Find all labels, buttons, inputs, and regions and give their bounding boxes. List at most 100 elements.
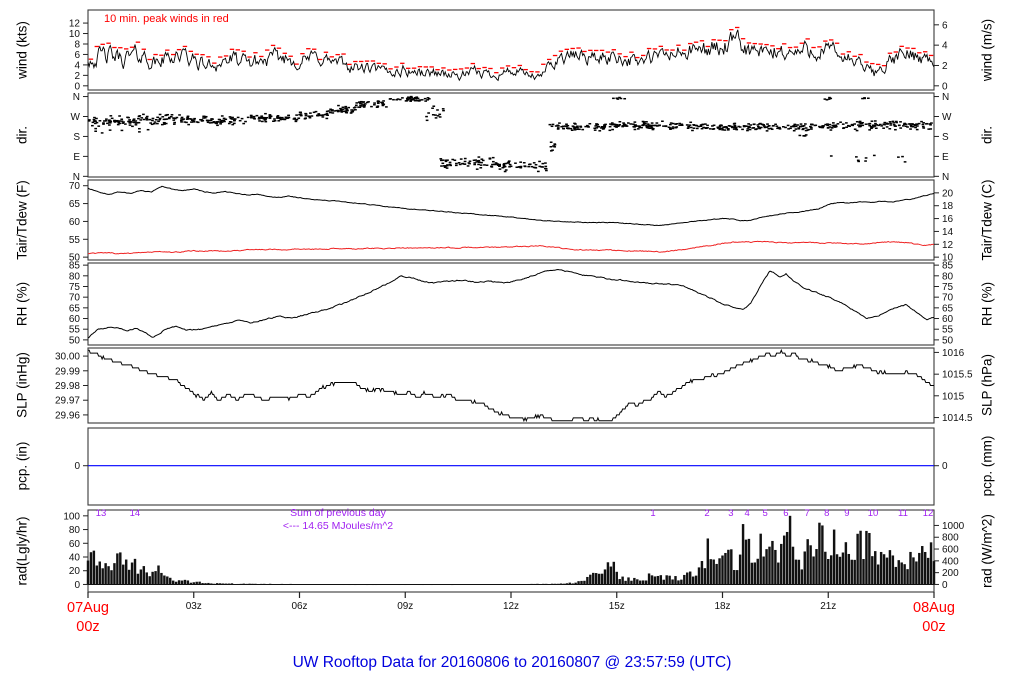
rad-right-tick-label: 0 [942, 580, 948, 591]
rad-right-tick-label: 1000 [942, 521, 965, 532]
dir-left-tick-label: E [73, 152, 80, 163]
panel-rad: 02040608010002004006008001000 [63, 509, 965, 593]
uw-rooftop-weather-chart: 0 2 4 6 8 10 12 0 2 4 6 N W S E N N W S E N 50 55 60 65 70 10 12 14 1… [0, 0, 1024, 700]
x-tick-label: 12z [502, 601, 520, 612]
rad-solar-hour-label: 11 [898, 508, 908, 519]
x-tick-label: 09z [397, 601, 414, 612]
rh-right-tick-label: 80 [942, 271, 954, 282]
tair-right-tick-label: 12 [942, 240, 954, 251]
rh-right-tick-label: 55 [942, 325, 954, 336]
peak-winds-note: 10 min. peak winds in red [104, 13, 229, 25]
dir-left-tick-label: S [73, 132, 80, 143]
rh-left-tick-label: 70 [69, 293, 81, 304]
rh-right-tick-label: 60 [942, 314, 954, 325]
rad-left-tick-label: 0 [74, 580, 80, 591]
peak-wind-markers [88, 26, 934, 74]
end-date-line1: 08Aug [913, 600, 955, 616]
rad-solar-hour-label: 13 [95, 508, 107, 519]
tair-left-tick-label: 55 [69, 235, 81, 246]
dir-left-tick-label: W [71, 112, 81, 123]
rad-left-tick-label: 80 [69, 525, 81, 536]
rad-right-tick-label: 200 [942, 568, 959, 579]
dir-right-tick-label: S [942, 132, 949, 143]
panel-slp: 29.96 29.97 29.98 29.99 30.00 1014.5 1015 1015.… [55, 347, 973, 424]
x-tick-label: 15z [608, 601, 625, 612]
x-tick-label: 06z [291, 601, 308, 612]
slp-right-tick-label: 1016 [942, 348, 965, 359]
rh-right-tick-label: 65 [942, 303, 954, 314]
rh-left-tick-label: 50 [69, 335, 81, 346]
slp-right-tick-label: 1015.5 [942, 370, 973, 381]
dir-right-tick-label: N [942, 92, 949, 103]
wind-left-tick-label: 8 [74, 39, 80, 50]
slp-right-tick-label: 1015 [942, 391, 965, 402]
wind-left-tick-label: 2 [74, 71, 80, 82]
rad-solar-hour-label: 14 [129, 508, 141, 519]
wind-right-tick-label: 4 [942, 41, 948, 52]
x-axis [87, 592, 935, 598]
slp-left-tick-label: 29.96 [55, 410, 80, 421]
slp-left-tick-label: 30.00 [55, 352, 80, 363]
dir-right-tick-label: W [942, 112, 952, 123]
panel-rh: 50556065707580855055606570758085 [69, 261, 954, 347]
dir-left-tick-label: N [73, 92, 80, 103]
rad-left-tick-label: 40 [69, 553, 81, 564]
tair-right-tick-label: 16 [942, 214, 954, 225]
rad-solar-hour-label: 2 [704, 508, 710, 519]
dir-right-tick-label: E [942, 152, 949, 163]
rad-left-tick-label: 60 [69, 539, 81, 550]
rad-sum-value-note: <--- 14.65 MJoules/m^2 [282, 520, 394, 532]
wind-left-tick-label: 4 [74, 60, 80, 71]
rad-solar-hour-label: 12 [922, 508, 934, 519]
tair-right-tick-label: 20 [942, 188, 954, 199]
rh-right-tick-label: 85 [942, 261, 954, 272]
rh-right-tick-label: 50 [942, 335, 954, 346]
rad-right-axis-label: rad (W/m^2) [979, 514, 995, 588]
rh-left-tick-label: 80 [69, 271, 81, 282]
tair-left-tick-label: 60 [69, 217, 81, 228]
rh-left-tick-label: 75 [69, 282, 81, 293]
x-tick-label: 18z [714, 601, 731, 612]
rad-solar-hour-label: 1 [650, 508, 656, 519]
slp-left-tick-label: 29.98 [55, 381, 80, 392]
wind-left-tick-label: 10 [69, 29, 81, 40]
rad-solar-hour-label: 9 [844, 508, 850, 519]
rh-right-tick-label: 70 [942, 293, 954, 304]
rad-sum-note: Sum of previous day [290, 507, 386, 519]
slp-left-tick-label: 29.99 [55, 366, 80, 377]
tdew-series [88, 240, 935, 255]
rad-right-tick-label: 400 [942, 556, 959, 567]
tair-left-tick-label: 65 [69, 199, 81, 210]
x-axis-end-date: 08Aug 00z [899, 599, 969, 637]
slp-series [88, 348, 934, 423]
x-tick-label: 03z [185, 601, 202, 612]
pcp-left-tick-label: 0 [74, 461, 80, 472]
rad-right-tick-label: 600 [942, 545, 959, 556]
wind-speed-series [87, 29, 935, 82]
rh-left-tick-label: 60 [69, 314, 81, 325]
wind-right-tick-label: 0 [942, 81, 948, 92]
tair-right-tick-label: 18 [942, 201, 954, 212]
dir-right-tick-label: N [942, 172, 949, 183]
panel-dir: NWSENNWSEN [71, 92, 952, 183]
tair-series [87, 185, 935, 226]
wind-left-tick-label: 6 [74, 50, 80, 61]
rad-right-tick-label: 800 [942, 533, 959, 544]
wind-right-tick-label: 2 [942, 61, 948, 72]
start-date-line1: 07Aug [67, 600, 109, 616]
start-date-line2: 00z [76, 619, 100, 635]
tair-right-tick-label: 14 [942, 227, 954, 238]
wind-left-tick-label: 12 [69, 19, 81, 30]
slp-right-tick-label: 1014.5 [942, 413, 973, 424]
rh-left-tick-label: 65 [69, 303, 81, 314]
rh-left-tick-label: 85 [69, 261, 81, 272]
x-axis-start-date: 07Aug 00z [53, 599, 123, 637]
pcp-right-tick-label: 0 [942, 461, 948, 472]
wind-direction-scatter [87, 95, 933, 173]
rad-solar-hour-label: 10 [867, 508, 879, 519]
wind-left-tick-label: 0 [74, 81, 80, 92]
rh-series [87, 269, 935, 339]
plot-canvas: 0246810120246NWSENNWSEN50556065701012141… [55, 9, 973, 598]
rh-left-tick-label: 55 [69, 325, 81, 336]
wind-right-tick-label: 6 [942, 20, 948, 31]
